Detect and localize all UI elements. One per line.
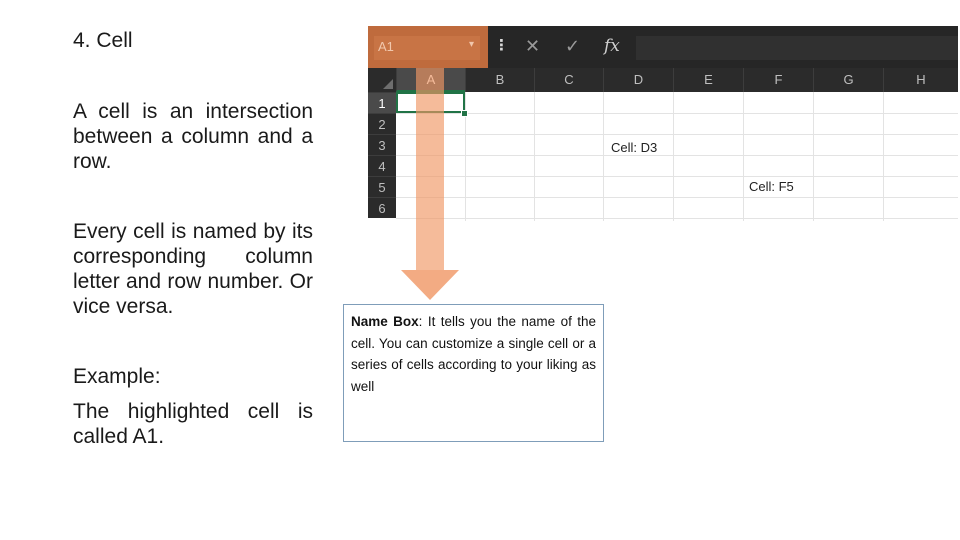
column-header-b[interactable]: B (465, 68, 534, 92)
row-header-5[interactable]: 5 (368, 176, 396, 197)
definition-text: A cell is an intersection between a colu… (73, 100, 313, 173)
grid-line (396, 134, 958, 135)
select-all-corner[interactable] (368, 68, 396, 92)
column-header-f[interactable]: F (743, 68, 813, 92)
row-header-6[interactable]: 6 (368, 197, 396, 218)
arrow-head-icon (401, 270, 459, 300)
grid-line (534, 92, 535, 221)
grid-line (396, 176, 958, 177)
grid-line (673, 92, 674, 221)
enter-icon[interactable]: ✓ (565, 36, 580, 57)
grid-line (743, 92, 744, 221)
cancel-icon[interactable]: ✕ (525, 36, 540, 57)
insert-function-icon[interactable]: fx (604, 36, 620, 56)
row-header-2[interactable]: 2 (368, 113, 396, 134)
example-heading: Example: (73, 365, 161, 388)
arrow-shaft (416, 68, 444, 270)
column-header-e[interactable]: E (673, 68, 743, 92)
formula-input[interactable] (636, 36, 958, 60)
name-box-callout: Name Box: It tells you the name of the c… (343, 304, 604, 442)
callout-label: Name Box (351, 314, 419, 329)
fill-handle[interactable] (461, 110, 468, 117)
grid-line (396, 113, 958, 114)
row-header-3[interactable]: 3 (368, 134, 396, 155)
example-text: The highlighted cell is called A1. (73, 400, 313, 448)
more-options-icon[interactable]: ⋮ (494, 36, 509, 54)
grid-line (396, 155, 958, 156)
cell-d3-label: Cell: D3 (611, 140, 658, 155)
row-header-4[interactable]: 4 (368, 155, 396, 176)
column-header-g[interactable]: G (813, 68, 883, 92)
grid-line (396, 218, 958, 219)
grid-line (603, 92, 604, 221)
column-header-c[interactable]: C (534, 68, 603, 92)
column-header-h[interactable]: H (883, 68, 958, 92)
grid-line (813, 92, 814, 221)
name-box-highlight (368, 26, 488, 68)
slide-title: 4. Cell (73, 29, 133, 52)
grid-line (883, 92, 884, 221)
grid-line (396, 197, 958, 198)
cell-f5-label: Cell: F5 (749, 179, 794, 194)
naming-text: Every cell is named by its corresponding… (73, 220, 313, 318)
row-header-1[interactable]: 1 (368, 92, 396, 113)
column-header-d[interactable]: D (603, 68, 673, 92)
